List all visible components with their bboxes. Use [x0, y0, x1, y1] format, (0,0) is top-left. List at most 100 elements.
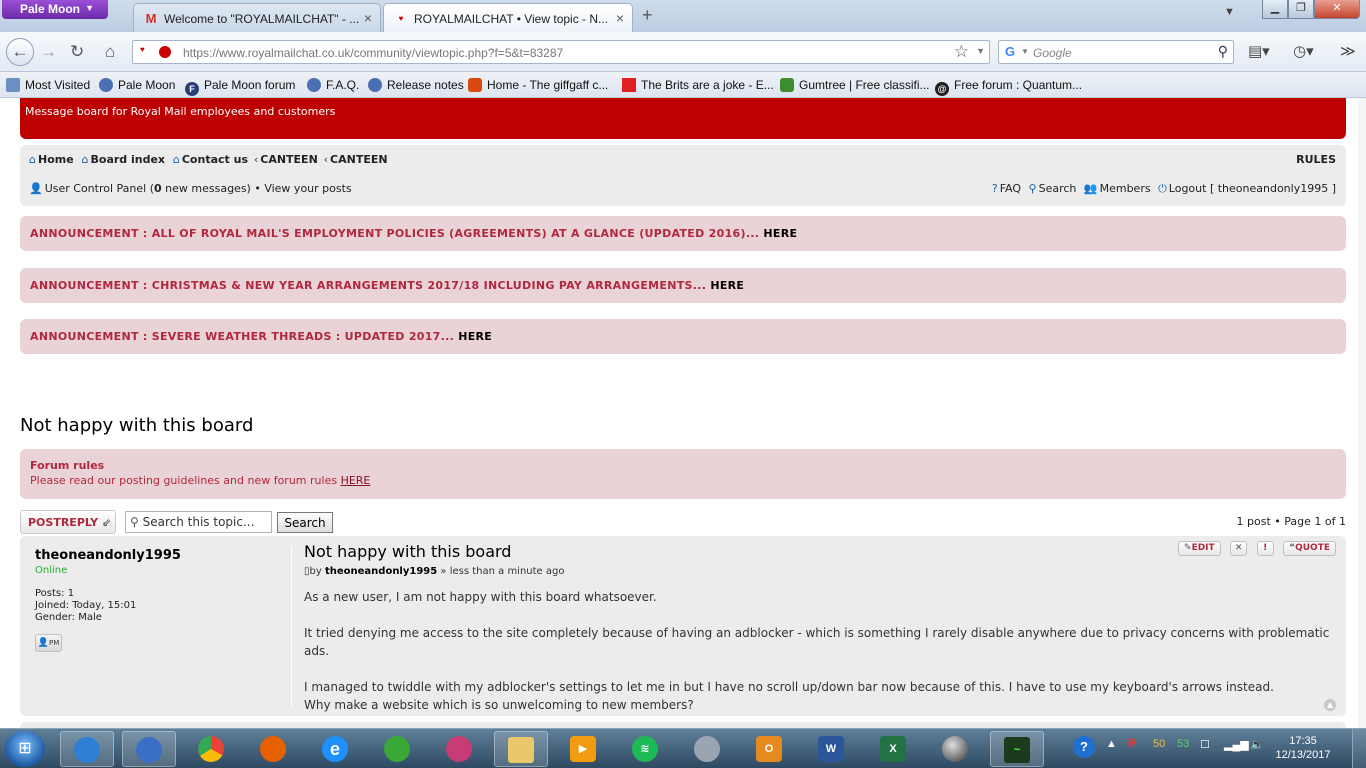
help-icon[interactable]: ? — [1073, 736, 1095, 758]
taskbar-media-player[interactable]: ▶ — [556, 731, 610, 767]
chrome-icon — [198, 736, 224, 762]
network-icon[interactable]: ▂▄▆ — [1224, 738, 1249, 751]
breadcrumb-canteen-sub[interactable]: CANTEEN — [330, 153, 388, 166]
site-identity-icon[interactable]: ♥ — [140, 45, 145, 54]
page-scroll-track[interactable] — [1358, 98, 1366, 728]
url-text[interactable]: https://www.royalmailchat.co.uk/communit… — [183, 46, 563, 60]
device-icon[interactable]: ☐ — [1200, 738, 1210, 751]
post-reply-button[interactable]: POSTREPLY ⇙ — [20, 510, 116, 534]
breadcrumb-canteen[interactable]: CANTEEN — [260, 153, 318, 166]
google-icon[interactable]: G — [1005, 44, 1015, 59]
rules-link[interactable]: RULES — [1296, 153, 1336, 166]
tab-gmail[interactable]: M Welcome to "ROYALMAILCHAT" - ... × — [133, 3, 381, 32]
taskbar-task-manager[interactable]: ~ — [990, 731, 1044, 767]
reload-icon[interactable]: ↻ — [70, 42, 84, 62]
taskbar-palemoon[interactable] — [122, 731, 176, 767]
close-icon[interactable]: × — [616, 10, 624, 26]
start-button[interactable]: ⊞ — [5, 731, 45, 767]
edit-button[interactable]: ✎EDIT — [1178, 541, 1221, 556]
logout-link[interactable]: Logout [ theoneandonly1995 ] — [1169, 182, 1336, 195]
bookmark-pale-moon[interactable]: Pale Moon — [99, 78, 175, 92]
show-hidden-icons[interactable]: ▲ — [1106, 738, 1117, 750]
bookmark-release-notes[interactable]: Release notes — [368, 78, 464, 92]
home-icon: ⌂ — [172, 153, 180, 166]
window-close-button[interactable]: ✕ — [1314, 0, 1360, 19]
volume-icon[interactable]: 🔈 — [1250, 738, 1264, 751]
taskbar-xbox[interactable] — [370, 731, 424, 767]
tab-royalmailchat[interactable]: ♥ ROYALMAILCHAT • View topic - N... × — [383, 3, 633, 32]
search-bar[interactable]: G ▼ Google ⚲ — [998, 40, 1234, 64]
bookmark-most-visited[interactable]: Most Visited — [6, 78, 90, 92]
breadcrumb-home[interactable]: Home — [38, 153, 74, 166]
maximize-button[interactable]: ❐ — [1288, 0, 1314, 19]
antivirus-icon[interactable]: ⛨ — [1127, 738, 1135, 751]
search-icon[interactable]: ⚲ — [1218, 43, 1228, 60]
back-to-top-icon[interactable]: ▲ — [1324, 699, 1336, 711]
taskbar-chrome[interactable] — [184, 731, 238, 767]
royalmailchat-icon: ♥ — [398, 14, 404, 23]
taskbar-firefox[interactable] — [246, 731, 300, 767]
announcement-link[interactable]: HERE — [458, 330, 492, 343]
view-your-posts-link[interactable]: View your posts — [264, 182, 351, 195]
taskbar-spotify[interactable]: ≋ — [618, 731, 672, 767]
taskbar-outlook[interactable]: O — [742, 731, 796, 767]
quote-button[interactable]: “QUOTE — [1283, 541, 1336, 556]
show-desktop-button[interactable] — [1352, 729, 1366, 768]
announcement-policies: ANNOUNCEMENT : ALL OF ROYAL MAIL'S EMPLO… — [20, 216, 1346, 251]
delete-button[interactable]: ✕ — [1230, 541, 1248, 556]
close-icon[interactable]: × — [364, 10, 372, 26]
taskbar-ie-browser[interactable] — [60, 731, 114, 767]
bookmark-gumtree[interactable]: Gumtree | Free classifi... — [780, 78, 929, 92]
blocker-badge-icon[interactable] — [159, 46, 171, 58]
announcement-link[interactable]: HERE — [710, 279, 744, 292]
report-button[interactable]: ! — [1256, 541, 1274, 556]
bookmark-brits[interactable]: The Brits are a joke - E... — [622, 78, 774, 92]
taskbar-file-explorer[interactable] — [494, 731, 548, 767]
search-link[interactable]: Search — [1039, 182, 1077, 195]
bookmark-giffgaff[interactable]: Home - The giffgaff c... — [468, 78, 608, 92]
topic-search-button[interactable]: Search — [277, 512, 333, 533]
minimize-button[interactable]: ▁ — [1262, 0, 1288, 19]
post-meta-author[interactable]: theoneandonly1995 — [325, 566, 437, 577]
topic-search-input[interactable]: ⚲ Search this topic... — [125, 511, 272, 533]
private-message-button[interactable]: 👤PM — [35, 634, 62, 652]
spotify-icon: ≋ — [632, 736, 658, 762]
breadcrumb-contact[interactable]: Contact us — [182, 153, 248, 166]
forum-rules-link[interactable]: HERE — [341, 474, 371, 487]
taskbar-internet-explorer[interactable]: e — [308, 731, 362, 767]
tray-counter-2[interactable]: 53 — [1177, 738, 1189, 750]
system-clock[interactable]: 17:35 12/13/2017 — [1268, 734, 1338, 762]
posts-value[interactable]: 1 — [68, 588, 74, 599]
home-icon[interactable]: ⌂ — [105, 42, 115, 62]
menu-icon[interactable]: ≫ — [1340, 42, 1356, 60]
taskbar-speaker-app[interactable] — [680, 731, 734, 767]
back-button[interactable]: ← — [6, 38, 34, 66]
forward-icon[interactable]: → — [40, 42, 57, 62]
user-control-panel: 👤 User Control Panel (0 new messages) • V… — [29, 182, 352, 195]
faq-link[interactable]: FAQ — [1000, 182, 1021, 195]
forum-rules-box: Forum rules Please read our posting guid… — [20, 449, 1346, 499]
topic-title[interactable]: Not happy with this board — [20, 415, 253, 436]
taskbar-spiral-app[interactable] — [432, 731, 486, 767]
bookmark-star-icon[interactable]: ☆ — [954, 42, 969, 62]
post-author[interactable]: theoneandonly1995 — [35, 548, 275, 563]
taskbar-word[interactable]: W — [804, 731, 858, 767]
bookmark-pale-moon-forum[interactable]: F Pale Moon forum — [185, 78, 295, 96]
taskbar-excel[interactable]: X — [866, 731, 920, 767]
address-bar[interactable]: ♥ https://www.royalmailchat.co.uk/commun… — [132, 40, 990, 64]
breadcrumb-board-index[interactable]: Board index — [91, 153, 166, 166]
taskbar-sphere-app[interactable] — [928, 731, 982, 767]
bookmark-faq[interactable]: F.A.Q. — [307, 78, 359, 92]
new-tab-icon[interactable]: + — [642, 5, 653, 26]
engine-dropdown-icon[interactable]: ▼ — [1021, 47, 1029, 56]
url-history-dropdown-icon[interactable]: ▼ — [976, 46, 985, 56]
announcement-link[interactable]: HERE — [763, 227, 797, 240]
ucp-link[interactable]: User Control Panel (0 new messages) — [45, 182, 251, 195]
app-menu-button[interactable]: Pale Moon ▼ — [2, 0, 108, 19]
tray-counter-1[interactable]: 50 — [1153, 738, 1165, 750]
bookmark-quantum[interactable]: @ Free forum : Quantum... — [935, 78, 1082, 96]
tab-list-dropdown-icon[interactable]: ▼ — [1224, 6, 1235, 18]
members-link[interactable]: Members — [1100, 182, 1151, 195]
bookmarks-menu-icon[interactable]: ▤▾ — [1248, 42, 1270, 60]
history-icon[interactable]: ◷▾ — [1293, 42, 1314, 60]
